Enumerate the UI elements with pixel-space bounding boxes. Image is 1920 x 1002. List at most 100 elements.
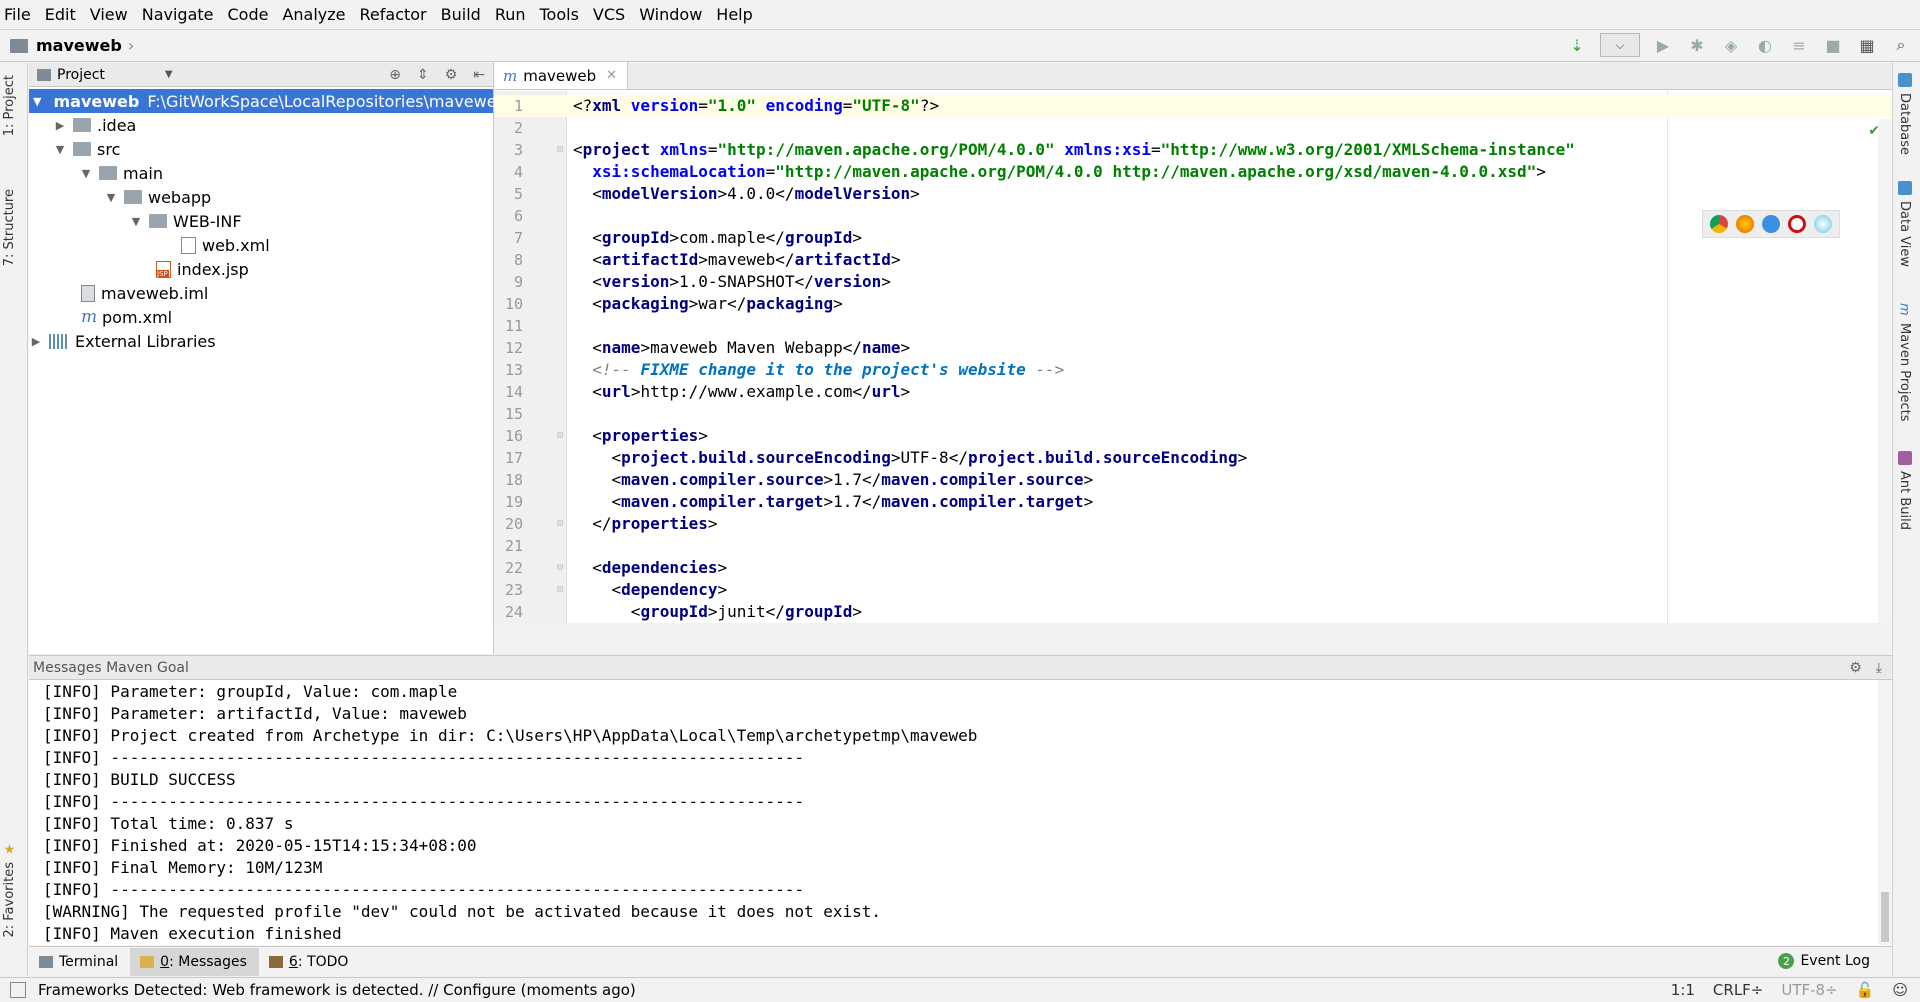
tree-item-src[interactable]: ▼ src: [29, 137, 493, 161]
status-bar: Frameworks Detected: Web framework is de…: [0, 977, 1920, 1002]
tab-data-view[interactable]: Data View: [1897, 181, 1912, 267]
menu-tools[interactable]: Tools: [540, 5, 579, 24]
tree-item-main[interactable]: ▼ main: [29, 161, 493, 185]
messages-console[interactable]: [INFO] Parameter: groupId, Value: com.ma…: [29, 680, 1892, 945]
chrome-icon[interactable]: [1710, 215, 1728, 233]
breadcrumb[interactable]: maveweb ›: [10, 36, 134, 55]
editor-scrollbar[interactable]: [1878, 119, 1892, 623]
folder-icon: [99, 166, 117, 180]
project-structure-icon[interactable]: ▦: [1856, 34, 1878, 56]
rerun-icon[interactable]: ≡: [1788, 34, 1810, 56]
chevron-down-icon[interactable]: ▼: [79, 167, 93, 180]
fold-icon[interactable]: ⊟: [557, 139, 563, 161]
code-text: <project xmlns="http://maven.apache.org/…: [573, 140, 1575, 159]
collapse-all-icon[interactable]: ⇕: [417, 67, 429, 83]
code-line: 9 <version>1.0-SNAPSHOT</version>: [495, 271, 1892, 293]
line-separator[interactable]: CRLF÷: [1713, 981, 1763, 999]
fold-icon[interactable]: ⊟: [557, 579, 563, 601]
scrollbar-thumb[interactable]: [1881, 892, 1889, 942]
locate-icon[interactable]: ⊕: [389, 67, 401, 83]
chevron-right-icon[interactable]: ▶: [53, 119, 67, 132]
library-icon: [49, 333, 69, 349]
menu-run[interactable]: Run: [495, 5, 526, 24]
code-line: 5 <modelVersion>4.0.0</modelVersion>: [495, 183, 1892, 205]
chevron-down-icon[interactable]: ▼: [104, 191, 118, 204]
tree-item-index-jsp[interactable]: index.jsp: [29, 257, 493, 281]
menu-build[interactable]: Build: [441, 5, 481, 24]
gear-icon[interactable]: ⚙: [445, 67, 458, 83]
tree-item-maveweb[interactable]: ▼ maveweb F:\GitWorkSpace\LocalRepositor…: [29, 89, 507, 113]
console-line: [INFO] Maven execution finished: [43, 924, 342, 943]
menu-vcs[interactable]: VCS: [593, 5, 625, 24]
run-configuration-dropdown[interactable]: ⌵: [1600, 33, 1640, 57]
menu-edit[interactable]: Edit: [45, 5, 76, 24]
profile-icon[interactable]: ◐: [1754, 34, 1776, 56]
coverage-icon[interactable]: ◈: [1720, 34, 1742, 56]
hide-panel-icon[interactable]: ⇤: [473, 67, 485, 83]
menu-code[interactable]: Code: [228, 5, 269, 24]
caret-position[interactable]: 1:1: [1671, 981, 1695, 999]
tree-item-idea[interactable]: ▶ .idea: [29, 113, 493, 137]
code-area[interactable]: 1 <?xml version="1.0" encoding="UTF-8"?> …: [495, 91, 1892, 623]
debug-icon[interactable]: ✱: [1686, 34, 1708, 56]
code-text: <maven.compiler.target>1.7</maven.compil…: [573, 492, 1094, 511]
tab-structure[interactable]: 7: Structure: [2, 189, 17, 266]
fold-icon[interactable]: ⊟: [557, 557, 563, 579]
search-icon[interactable]: ⌕: [1890, 34, 1912, 56]
code-text: <artifactId>maveweb</artifactId>: [573, 250, 901, 269]
run-icon[interactable]: ▶: [1652, 34, 1674, 56]
tree-item-webapp[interactable]: ▼ webapp: [29, 185, 493, 209]
messages-scrollbar[interactable]: [1878, 680, 1892, 946]
chevron-down-icon[interactable]: ▼: [53, 143, 67, 156]
menu-navigate[interactable]: Navigate: [142, 5, 214, 24]
event-log-button[interactable]: 2 Event Log: [1778, 953, 1870, 969]
minimize-icon[interactable]: ⤓: [1876, 660, 1882, 676]
chevron-down-icon[interactable]: ▼: [129, 215, 143, 228]
menu-refactor[interactable]: Refactor: [360, 5, 427, 24]
code-text: <maven.compiler.source>1.7</maven.compil…: [573, 470, 1094, 489]
menu-help[interactable]: Help: [716, 5, 752, 24]
tab-maven-label: Maven Projects: [1897, 323, 1912, 422]
tree-item-pom-xml[interactable]: m pom.xml: [29, 305, 493, 329]
close-icon[interactable]: ✕: [606, 68, 617, 83]
project-view-selector[interactable]: Project: [57, 67, 105, 83]
tree-item-web-inf[interactable]: ▼ WEB-INF: [29, 209, 493, 233]
menu-window[interactable]: Window: [639, 5, 702, 24]
file-encoding[interactable]: UTF-8÷: [1781, 981, 1837, 999]
tab-project[interactable]: 1: Project: [2, 75, 17, 136]
menu-view[interactable]: View: [90, 5, 128, 24]
tab-database-label: Database: [1897, 93, 1912, 156]
tab-ant-build[interactable]: Ant Build: [1897, 451, 1912, 530]
lock-icon[interactable]: 🔓: [1856, 981, 1875, 999]
gear-icon[interactable]: ⚙: [1849, 660, 1862, 676]
firefox-icon[interactable]: [1736, 215, 1754, 233]
tree-item-external-libraries[interactable]: ▶ External Libraries: [29, 329, 493, 353]
fold-icon[interactable]: ⊟: [557, 513, 563, 535]
inspector-icon[interactable]: ☺: [1892, 981, 1908, 999]
tab-maven-projects[interactable]: m Maven Projects: [1897, 303, 1913, 422]
menu-analyze[interactable]: Analyze: [282, 5, 345, 24]
chevron-right-icon[interactable]: ▶: [29, 335, 43, 348]
stop-icon[interactable]: ■: [1822, 34, 1844, 56]
status-message[interactable]: Frameworks Detected: Web framework is de…: [38, 981, 636, 999]
chevron-down-icon[interactable]: ▼: [33, 95, 41, 108]
chevron-down-icon[interactable]: ▼: [165, 69, 173, 80]
tool-windows-toggle-icon[interactable]: [10, 982, 26, 998]
fold-icon[interactable]: ⊟: [557, 425, 563, 447]
safari-icon[interactable]: [1762, 215, 1780, 233]
menu-file[interactable]: File: [4, 5, 31, 24]
tab-todo[interactable]: 6: TODO: [259, 948, 360, 976]
opera-icon[interactable]: [1788, 215, 1806, 233]
folder-icon: [73, 142, 91, 156]
tab-messages[interactable]: 0: Messages: [130, 947, 259, 976]
tree-item-web-xml[interactable]: web.xml: [29, 233, 493, 257]
event-count-badge: 2: [1778, 953, 1795, 969]
tree-item-label: WEB-INF: [173, 211, 242, 231]
build-project-icon[interactable]: ⇣: [1566, 34, 1588, 56]
tab-database[interactable]: Database: [1897, 73, 1912, 155]
editor-tab-maveweb[interactable]: m maveweb ✕: [495, 62, 629, 89]
ie-icon[interactable]: [1814, 215, 1832, 233]
tree-item-maveweb-iml[interactable]: maveweb.iml: [29, 281, 493, 305]
tab-favorites[interactable]: 2: Favorites ★: [2, 843, 17, 938]
tab-terminal[interactable]: Terminal: [29, 948, 130, 976]
